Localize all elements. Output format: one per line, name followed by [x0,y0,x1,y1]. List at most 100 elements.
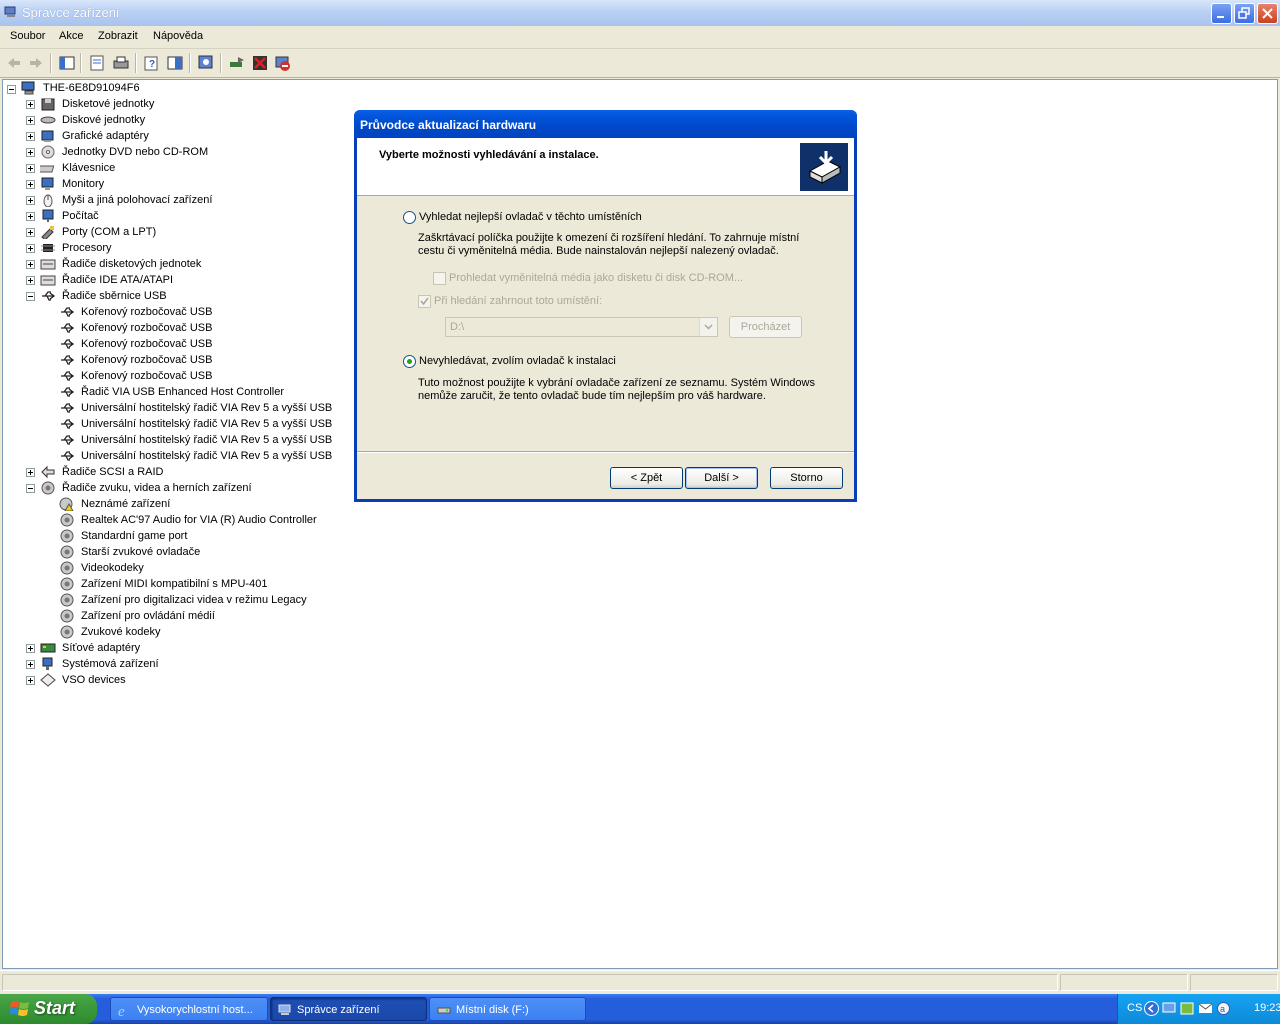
controller-icon [40,275,56,286]
checkmark-icon [420,297,429,306]
network-tray-icon[interactable] [1162,1001,1177,1016]
expand-toggle[interactable] [26,164,35,173]
dialog-separator [357,451,854,453]
back-button[interactable]: < Zpět [610,467,683,489]
tree-item-label: Zařízení pro digitalizaci videa v režimu… [81,594,307,606]
keyboard-icon [40,165,55,173]
task-button-ie[interactable]: e Vysokorychlostní host... [110,997,268,1021]
window-title: Správce zařízení [22,5,120,20]
dialog-titlebar[interactable]: Průvodce aktualizací hardwaru [354,110,857,138]
tree-item-label: Starší zvukové ovladače [81,546,201,558]
toolbar-separator [135,53,137,73]
combobox-dropdown-button[interactable] [699,318,717,336]
tree-item-label: Zařízení pro ovládání médií [81,610,215,622]
expand-toggle[interactable] [26,148,35,157]
task-button-local-disk[interactable]: Místní disk (F:) [429,997,586,1021]
svg-text:a: a [1220,1004,1225,1014]
console-tree-icon[interactable] [58,54,76,72]
back-icon[interactable] [5,54,23,72]
sound-icon [60,625,74,639]
next-button[interactable]: Další > [685,467,758,489]
expand-toggle[interactable] [26,276,35,285]
tree-item-label: Řadiče IDE ATA/ATAPI [62,274,174,286]
tree-item-label: Systémová zařízení [62,658,159,670]
scan-hardware-icon[interactable] [197,54,215,72]
main-window-titlebar[interactable]: Správce zařízení [0,0,1280,26]
tree-item-label: Kořenový rozbočovač USB [81,354,213,366]
sound-icon [60,577,74,591]
cancel-button[interactable]: Storno [770,467,843,489]
dont-search-radio[interactable] [403,355,416,368]
root-collapse-toggle[interactable] [7,85,16,94]
usb-icon [42,291,56,301]
menu-help[interactable]: Nápověda [153,30,203,42]
properties-icon[interactable] [88,54,106,72]
tray-expand-icon[interactable] [1144,1001,1159,1016]
dont-search-label[interactable]: Nevyhledávat, zvolím ovladač k instalaci [419,355,616,367]
restore-button[interactable] [1234,3,1255,24]
print-icon[interactable] [112,54,130,72]
tree-item-label: Universální hostitelský řadič VIA Rev 5 … [81,418,333,430]
system-icon [42,657,53,670]
location-path-combobox[interactable]: D:\ [445,317,718,337]
tree-item-label: Disketové jednotky [62,98,155,110]
task-button-device-manager[interactable]: Správce zařízení [270,997,427,1021]
expand-toggle[interactable] [26,260,35,269]
expand-toggle[interactable] [26,228,35,237]
language-indicator[interactable]: CS [1127,1002,1142,1014]
browse-button[interactable]: Procházet [729,316,802,338]
tree-item-label: Řadiče zvuku, videa a herních zařízení [62,482,252,494]
messenger-tray-icon[interactable]: a [1216,1001,1231,1016]
tree-item-label: Kořenový rozbočovač USB [81,306,213,318]
start-label: Start [34,998,76,1018]
search-best-driver-label[interactable]: Vyhledat nejlepší ovladač v těchto umíst… [419,211,642,223]
close-button[interactable] [1257,3,1278,24]
menu-file[interactable]: Soubor [10,30,45,42]
expand-toggle[interactable] [26,676,35,685]
mail-tray-icon[interactable] [1198,1001,1213,1016]
expand-toggle[interactable] [26,212,35,221]
tree-item-label: Kořenový rozbočovač USB [81,338,213,350]
search-best-driver-radio[interactable] [403,211,416,224]
include-location-label[interactable]: Při hledání zahrnout toto umístění: [434,295,602,307]
sound-icon [60,529,74,543]
search-removable-media-label[interactable]: Prohledat vyměnitelná média jako disketu… [449,272,743,284]
menu-bar: Soubor Akce Zobrazit Nápověda [0,26,1280,49]
warning-device-icon [59,497,74,511]
system-tray: CS a 19:23 [1117,994,1280,1024]
tree-item-label: Universální hostitelský řadič VIA Rev 5 … [81,402,333,414]
expand-toggle[interactable] [26,132,35,141]
expand-toggle[interactable] [26,484,35,493]
action-pane-icon[interactable] [166,54,184,72]
expand-toggle[interactable] [26,660,35,669]
expand-toggle[interactable] [26,196,35,205]
expand-toggle[interactable] [26,468,35,477]
forward-icon[interactable] [27,54,45,72]
tree-item-label: Videokodeky [81,562,144,574]
expand-toggle[interactable] [26,644,35,653]
tree-item-label: VSO devices [62,674,126,686]
menu-action[interactable]: Akce [59,30,83,42]
start-button[interactable]: Start [0,994,97,1024]
sound-icon [60,545,74,559]
expand-toggle[interactable] [26,244,35,253]
help-icon[interactable]: ? [143,54,161,72]
update-driver-icon[interactable] [228,54,246,72]
expand-toggle[interactable] [26,116,35,125]
disable-icon[interactable] [274,54,292,72]
expand-toggle[interactable] [26,292,35,301]
floppy-icon [41,98,55,111]
uninstall-icon[interactable] [251,54,269,72]
dialog-title: Průvodce aktualizací hardwaru [360,118,537,132]
menu-view[interactable]: Zobrazit [98,30,138,42]
tray-app-icon[interactable] [1180,1001,1195,1016]
expand-toggle[interactable] [26,180,35,189]
hardware-update-wizard-dialog: Průvodce aktualizací hardwaru Vyberte mo… [354,110,857,502]
search-removable-media-checkbox[interactable] [433,272,446,285]
tree-item-label: Jednotky DVD nebo CD-ROM [62,146,209,158]
minimize-button[interactable] [1211,3,1232,24]
expand-toggle[interactable] [26,100,35,109]
include-location-checkbox[interactable] [418,295,431,308]
usb-icon [61,371,75,381]
usb-icon [61,419,75,429]
